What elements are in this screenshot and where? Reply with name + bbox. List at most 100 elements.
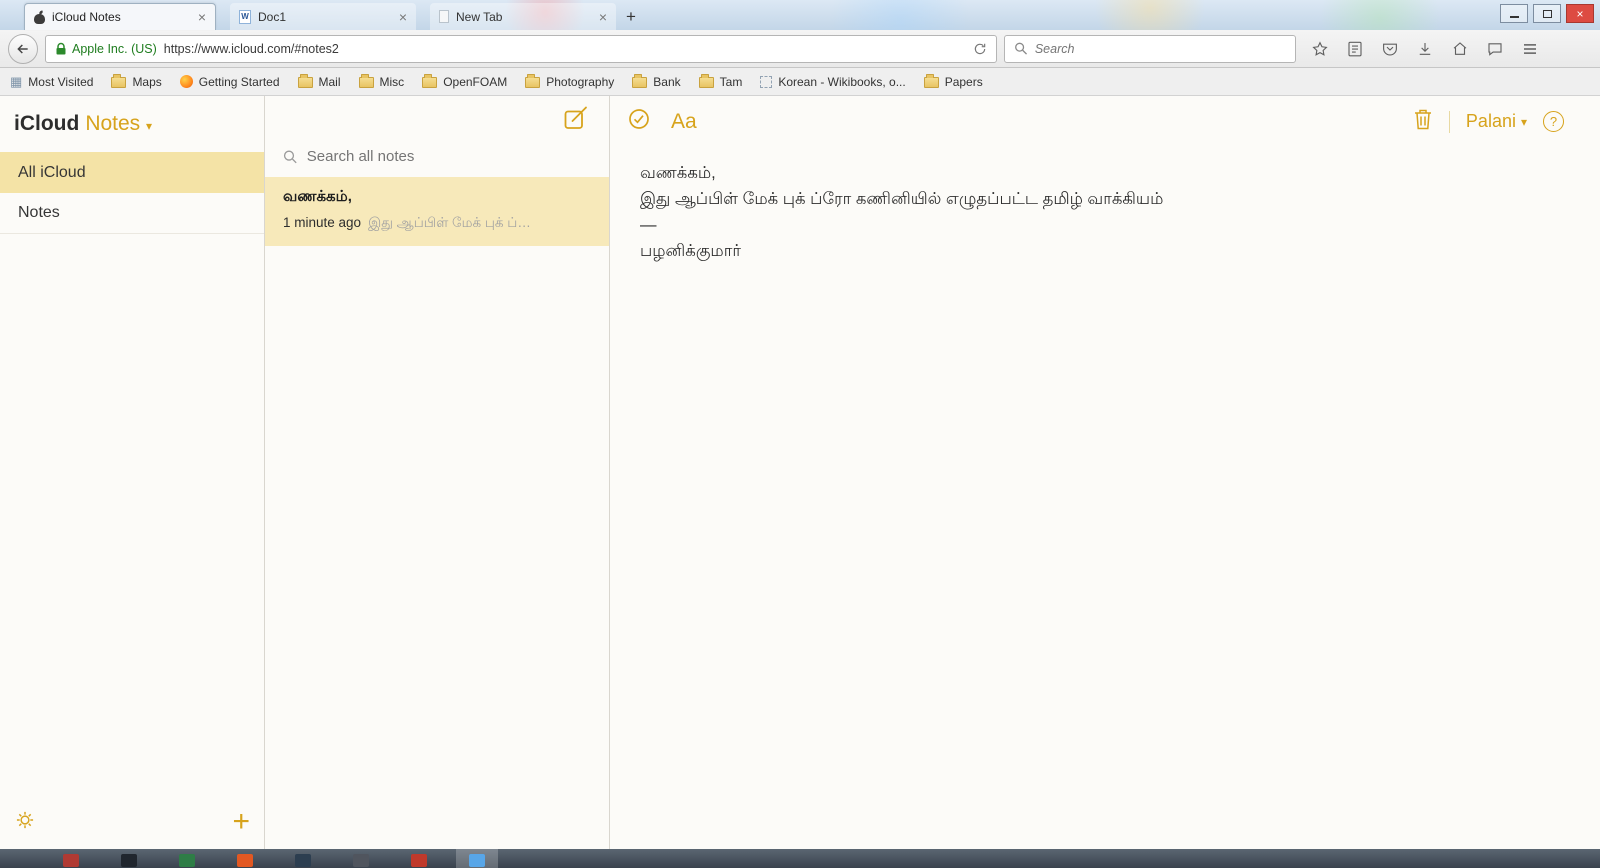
bookmark-folder-papers[interactable]: Papers	[923, 74, 983, 89]
bookmark-label: Photography	[546, 74, 615, 89]
url-text[interactable]: https://www.icloud.com/#notes2	[164, 42, 966, 56]
bookmark-folder-photography[interactable]: Photography	[525, 74, 615, 89]
app-switcher[interactable]: Notes ▾	[85, 112, 152, 136]
chevron-down-icon: ▾	[146, 119, 153, 133]
grid-icon: ▦	[10, 74, 23, 89]
bookmark-label: OpenFOAM	[443, 74, 508, 89]
notes-search-input[interactable]	[306, 148, 591, 165]
sidebar-item-label: Notes	[18, 204, 60, 221]
gear-icon	[16, 811, 34, 828]
bookmark-label: Korean - Wikibooks, o...	[778, 74, 906, 89]
back-arrow-icon	[17, 43, 28, 54]
toolbar-divider	[1448, 110, 1450, 133]
taskbar-app-button[interactable]	[282, 849, 324, 868]
app-icon	[469, 854, 485, 867]
minimize-icon	[1509, 16, 1519, 18]
account-menu[interactable]: Palani ▾	[1466, 111, 1527, 132]
folder-icon	[923, 74, 939, 88]
editor-toolbar-right: Palani ▾ ?	[1413, 107, 1564, 136]
bookmark-label: Bank	[653, 74, 681, 89]
editor-toolbar: Aa Palani ▾ ?	[610, 96, 1600, 144]
minimize-button[interactable]	[1500, 4, 1528, 23]
bookmark-folder-bank[interactable]: Bank	[632, 74, 681, 89]
tab-icloud-notes[interactable]: iCloud Notes ×	[24, 3, 216, 30]
downloads-button[interactable]	[1416, 40, 1434, 58]
format-text-button[interactable]: Aa	[671, 110, 697, 134]
lock-icon	[56, 42, 66, 54]
tab-doc1[interactable]: W Doc1 ×	[230, 3, 416, 30]
note-content[interactable]: வணக்கம், இது ஆப்பிள் மேக் புக் ப்ரோ கணின…	[610, 144, 1600, 280]
bookmark-folder-maps[interactable]: Maps	[111, 74, 162, 89]
new-tab-button[interactable]: +	[626, 8, 636, 25]
app-name: Notes	[85, 112, 141, 135]
browser-search-bar[interactable]	[1004, 34, 1296, 63]
pocket-icon	[1383, 43, 1397, 56]
back-button[interactable]	[8, 33, 38, 64]
folder-icon	[525, 74, 541, 88]
download-icon	[1419, 42, 1431, 55]
window-controls: ×	[1500, 4, 1594, 23]
compose-note-button[interactable]	[562, 105, 589, 137]
bookmark-folder-mail[interactable]: Mail	[297, 74, 341, 89]
tab-close-icon[interactable]: ×	[599, 10, 607, 24]
notes-search-bar[interactable]	[265, 139, 609, 177]
folder-icon	[698, 74, 714, 88]
taskbar-app-button-active[interactable]	[456, 849, 498, 868]
site-security-indicator[interactable]: Apple Inc. (US)	[55, 42, 157, 56]
tab-close-icon[interactable]: ×	[198, 10, 206, 24]
pocket-button[interactable]	[1381, 40, 1399, 58]
note-line: —	[640, 216, 657, 234]
note-list-item[interactable]: வணக்கம், 1 minute ago இது ஆப்பிள் மேக் ப…	[265, 177, 609, 246]
sidebar-item-all-icloud[interactable]: All iCloud	[0, 152, 264, 193]
browser-search-input[interactable]	[1034, 41, 1286, 56]
bookmark-getting-started[interactable]: Getting Started	[179, 75, 280, 89]
folder-icon	[111, 74, 127, 88]
firefox-icon	[179, 75, 193, 88]
settings-button[interactable]	[14, 809, 36, 836]
note-item-preview: இது ஆப்பிள் மேக் புக் ப்…	[368, 215, 531, 230]
icloud-brand: iCloud	[14, 112, 80, 135]
help-button[interactable]: ?	[1543, 111, 1564, 132]
taskbar-app-button[interactable]	[166, 849, 208, 868]
taskbar-app-button[interactable]	[108, 849, 150, 868]
bookmark-label: Mail	[318, 74, 341, 89]
chat-button[interactable]	[1486, 40, 1504, 58]
bookmark-most-visited[interactable]: ▦ Most Visited	[10, 75, 93, 89]
bookmark-korean-wikibooks[interactable]: Korean - Wikibooks, o...	[760, 74, 906, 89]
url-bar[interactable]: Apple Inc. (US) https://www.icloud.com/#…	[45, 34, 997, 63]
bookmark-label: Most Visited	[28, 74, 94, 89]
tab-new-tab[interactable]: New Tab ×	[430, 3, 616, 30]
list-toolbar	[265, 96, 609, 139]
bookmark-folder-misc[interactable]: Misc	[358, 74, 404, 89]
app-icon	[179, 854, 195, 867]
menu-button[interactable]	[1521, 40, 1539, 58]
editor-toolbar-left: Aa	[627, 107, 697, 136]
checklist-button[interactable]	[627, 107, 651, 136]
app-icon	[237, 854, 253, 867]
bookmark-folder-openfoam[interactable]: OpenFOAM	[422, 74, 508, 89]
bookmark-label: Maps	[132, 74, 162, 89]
note-line: இது ஆப்பிள் மேக் புக் ப்ரோ கணினியில் எழு…	[640, 190, 1164, 208]
taskbar-app-button[interactable]	[50, 849, 92, 868]
delete-note-button[interactable]	[1413, 107, 1433, 136]
bookmark-folder-tam[interactable]: Tam	[698, 74, 742, 89]
home-button[interactable]	[1451, 40, 1469, 58]
taskbar-app-button[interactable]	[340, 849, 382, 868]
bookmark-label: Papers	[944, 74, 983, 89]
app-icon	[411, 854, 427, 867]
compose-icon	[564, 106, 587, 129]
bookmark-star-button[interactable]	[1311, 40, 1329, 58]
chat-bubble-icon	[1488, 42, 1502, 56]
bookmarks-toolbar: ▦ Most Visited Maps Getting Started Mail …	[0, 68, 1600, 96]
new-folder-button[interactable]: +	[232, 807, 250, 837]
close-button[interactable]: ×	[1566, 4, 1594, 23]
tab-title: New Tab	[456, 9, 503, 24]
reload-button[interactable]	[973, 42, 987, 56]
taskbar-app-button[interactable]	[398, 849, 440, 868]
maximize-button[interactable]	[1533, 4, 1561, 23]
bookmarks-menu-button[interactable]	[1346, 40, 1364, 58]
reload-icon	[974, 43, 986, 54]
taskbar-app-button[interactable]	[224, 849, 266, 868]
tab-close-icon[interactable]: ×	[399, 10, 407, 24]
sidebar-item-notes[interactable]: Notes	[0, 193, 264, 234]
